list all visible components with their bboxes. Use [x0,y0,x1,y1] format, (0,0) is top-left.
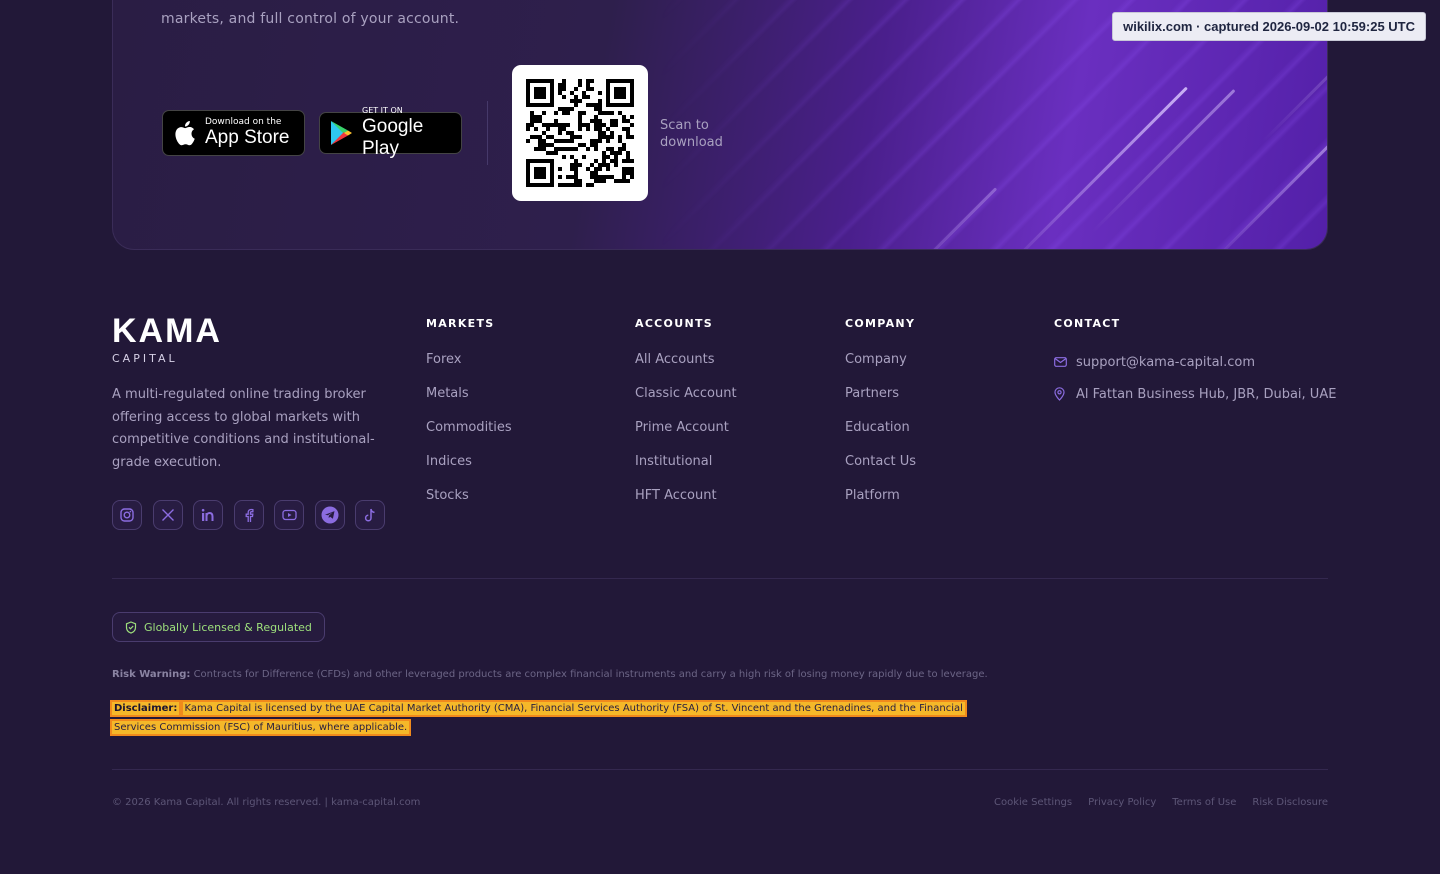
footer-divider [112,578,1328,579]
footer-link-all-accounts[interactable]: All Accounts [635,352,737,386]
company-description: A multi-regulated online trading broker … [112,387,375,471]
x-icon[interactable] [152,500,183,530]
footer-link-platform[interactable]: Platform [845,488,916,522]
contact-email[interactable]: support@kama-capital.com [1054,346,1336,378]
risk-warning-label: Risk Warning: [112,669,191,680]
footer-link-contact-us[interactable]: Contact Us [845,454,916,488]
google-play-button[interactable]: GET IT ON Google Play [319,106,462,159]
footer-link-forex[interactable]: Forex [426,352,512,386]
app-store-label: App Store [205,127,290,148]
contact-column: CONTACT support@kama-capital.com Al Fatt… [1054,317,1336,410]
capture-watermark: wikilix.com · captured 2026-09-02 10:59:… [1112,12,1426,41]
scan-to-download-label: Scan to download [660,118,723,150]
tiktok-icon[interactable] [355,500,385,530]
footer-link-education[interactable]: Education [845,420,916,454]
licensed-badge-label: Globally Licensed & Regulated [144,620,312,634]
footer-link-hft-account[interactable]: HFT Account [635,488,737,522]
accounts-heading: ACCOUNTS [635,317,713,330]
telegram-icon[interactable] [314,500,345,530]
social-links [112,500,385,530]
company-column: COMPANY Company Partners Education Conta… [845,317,916,522]
markets-column: MARKETS Forex Metals Commodities Indices… [426,317,512,522]
disclaimer-text: Kama Capital is licensed by the UAE Capi… [110,700,967,736]
disclaimer: Disclaimer: Kama Capital is licensed by … [109,699,982,737]
youtube-icon[interactable] [274,500,304,530]
footer-link-institutional[interactable]: Institutional [635,454,737,488]
apple-icon [173,119,197,147]
mail-icon [1054,357,1068,367]
app-store-small-label: Download on the [205,117,282,127]
disclaimer-label: Disclaimer: [114,703,178,714]
risk-warning-text: Contracts for Difference (CFDs) and othe… [193,669,988,680]
footer-link-stocks[interactable]: Stocks [426,488,512,522]
footer-link-partners[interactable]: Partners [845,386,916,420]
legal-links: Cookie Settings Privacy Policy Terms of … [994,797,1328,808]
logo-subtitle: CAPITAL [112,352,178,365]
contact-address: Al Fattan Business Hub, JBR, Dubai, UAE [1054,378,1336,410]
qr-code-image [526,79,634,187]
footer-link-commodities[interactable]: Commodities [426,420,512,454]
footer-link-metals[interactable]: Metals [426,386,512,420]
accounts-column: ACCOUNTS All Accounts Classic Account Pr… [635,317,737,522]
contact-email-text: support@kama-capital.com [1076,354,1256,370]
banner-description: markets, and full control of your accoun… [161,11,460,27]
privacy-policy-link[interactable]: Privacy Policy [1088,797,1156,808]
app-store-button[interactable]: Download on the App Store [162,110,305,156]
facebook-icon[interactable] [233,500,264,530]
qr-code [512,65,648,201]
licensed-badge: Globally Licensed & Regulated [112,612,325,642]
logo-wordmark: KAMA [112,312,222,350]
company-heading: COMPANY [845,317,916,330]
shield-check-icon [125,620,137,634]
copyright: © 2026 Kama Capital. All rights reserved… [112,797,421,808]
risk-disclosure-link[interactable]: Risk Disclosure [1252,797,1328,808]
footer-link-indices[interactable]: Indices [426,454,512,488]
google-play-small-label: GET IT ON [362,106,403,115]
banner-divider [487,101,488,165]
footer-bottom-divider [112,769,1328,770]
footer-link-prime-account[interactable]: Prime Account [635,420,737,454]
footer-link-company[interactable]: Company [845,352,916,386]
contact-heading: CONTACT [1054,317,1121,330]
instagram-icon[interactable] [112,500,142,530]
qr-modules [526,79,634,187]
linkedin-icon[interactable] [193,500,223,530]
location-pin-icon [1054,387,1068,401]
kama-capital-logo[interactable]: KAMA CAPITAL [112,314,222,365]
footer-link-classic-account[interactable]: Classic Account [635,386,737,420]
google-play-icon [330,119,354,147]
contact-address-text: Al Fattan Business Hub, JBR, Dubai, UAE [1076,386,1337,402]
cookie-settings-link[interactable]: Cookie Settings [994,797,1072,808]
google-play-label: Google Play [362,116,424,159]
risk-warning: Risk Warning: Contracts for Difference (… [112,669,988,680]
terms-of-use-link[interactable]: Terms of Use [1172,797,1236,808]
markets-heading: MARKETS [426,317,495,330]
